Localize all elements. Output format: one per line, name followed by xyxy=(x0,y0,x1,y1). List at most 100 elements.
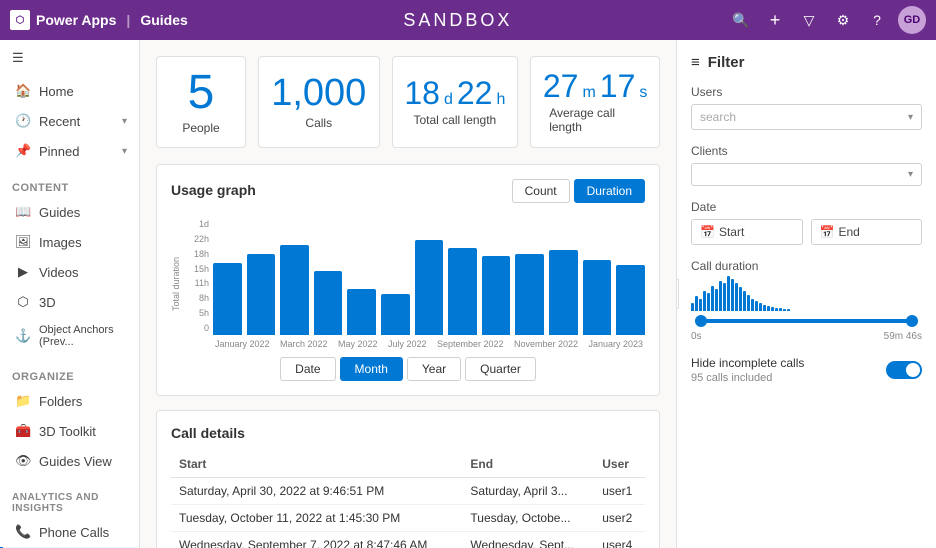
slider-handle-right[interactable] xyxy=(906,315,918,327)
stat-avg-call-length: 27m 17s Average call length xyxy=(530,56,660,148)
y-label: 1d xyxy=(199,219,209,229)
sidebar-item-3d-toolkit[interactable]: 🧰 3D Toolkit xyxy=(0,416,139,446)
toggle-text: Hide incomplete calls 95 calls included xyxy=(691,356,804,384)
sidebar-item-folders[interactable]: 📁 Folders xyxy=(0,386,139,416)
search-icon[interactable]: 🔍 xyxy=(728,7,754,33)
date-row: 📅 Start 📅 End xyxy=(691,219,922,245)
sidebar-item-object-anchors[interactable]: ⚓ Object Anchors (Prev... xyxy=(0,317,139,355)
chart-bar[interactable] xyxy=(247,254,276,335)
add-icon[interactable]: + xyxy=(762,7,788,33)
help-icon[interactable]: ? xyxy=(864,7,890,33)
chart-bar[interactable] xyxy=(381,294,410,335)
stat-total-call-length: 18d 22h Total call length xyxy=(392,56,519,148)
table-body: Saturday, April 30, 2022 at 9:46:51 PMSa… xyxy=(171,478,645,548)
clients-label: Clients xyxy=(691,144,922,158)
call-details-card: Call details Start End User Saturday, Ap… xyxy=(156,410,660,548)
chart-bar[interactable] xyxy=(280,245,309,335)
avatar[interactable]: GD xyxy=(898,6,926,34)
total-label: Total call length xyxy=(414,113,497,127)
clients-input[interactable]: ▾ xyxy=(691,163,922,186)
count-button[interactable]: Count xyxy=(512,179,570,203)
sidebar-item-guides-view[interactable]: 👁 Guides View xyxy=(0,446,139,476)
duration-max: 59m 46s xyxy=(884,331,922,342)
hide-incomplete-toggle[interactable] xyxy=(886,361,922,379)
chart-bar[interactable] xyxy=(448,248,477,335)
chart-bar[interactable] xyxy=(314,271,343,335)
month-button[interactable]: Month xyxy=(340,357,403,381)
year-button[interactable]: Year xyxy=(407,357,461,381)
mini-bar xyxy=(755,301,758,311)
chart-bar[interactable] xyxy=(549,250,578,335)
sidebar-item-guides[interactable]: 📖 Guides xyxy=(0,197,139,227)
start-label: Start xyxy=(719,225,744,239)
table-row[interactable]: Saturday, April 30, 2022 at 9:46:51 PMSa… xyxy=(171,478,645,505)
sidebar-item-images[interactable]: 🖼 Images xyxy=(0,227,139,257)
minutes-unit: m xyxy=(582,84,595,102)
sidebar-item-label: Home xyxy=(39,84,74,99)
col-user: User xyxy=(594,451,645,478)
chart-bar[interactable] xyxy=(583,260,612,335)
users-input[interactable]: search ▾ xyxy=(691,104,922,130)
chevron-down-icon: ▾ xyxy=(122,146,127,157)
sidebar-item-label: Recent xyxy=(39,114,80,129)
sidebar-item-pinned[interactable]: 📌 Pinned ▾ xyxy=(0,136,139,166)
end-date-button[interactable]: 📅 End xyxy=(811,219,923,245)
avg-seconds: 17 xyxy=(600,70,636,102)
hamburger-icon[interactable]: ☰ xyxy=(0,40,139,76)
chart-bar[interactable] xyxy=(616,265,645,335)
mini-bar xyxy=(711,286,714,311)
slider-fill xyxy=(695,319,918,323)
app-section: Guides xyxy=(140,12,187,28)
filter-call-duration: Call duration 0s 59m 46s xyxy=(691,259,922,342)
topbar: ⬡ Power Apps | Guides SANDBOX 🔍 + ▽ ⚙ ? … xyxy=(0,0,936,40)
filter-icon: ≡ xyxy=(691,54,700,71)
sidebar-item-label: Folders xyxy=(39,394,82,409)
sidebar-item-label: 3D Toolkit xyxy=(39,424,96,439)
y-label: 5h xyxy=(199,308,209,318)
topbar-actions: 🔍 + ▽ ⚙ ? GD xyxy=(728,6,926,34)
sidebar-item-home[interactable]: 🏠 Home xyxy=(0,76,139,106)
mini-bar xyxy=(763,305,766,311)
content-area: 5 People 1,000 Calls 18d 22h Total call … xyxy=(140,40,676,548)
chart-bar[interactable] xyxy=(482,256,511,335)
cell-start: Wednesday, September 7, 2022 at 8:47:46 … xyxy=(171,532,462,548)
y-label: 18h xyxy=(194,249,209,259)
stat-calls: 1,000 Calls xyxy=(258,56,380,148)
date-button[interactable]: Date xyxy=(280,357,335,381)
sidebar-item-recent[interactable]: 🕐 Recent ▾ xyxy=(0,106,139,136)
x-label: September 2022 xyxy=(437,339,504,349)
filter-toggle[interactable]: › xyxy=(676,279,679,309)
images-icon: 🖼 xyxy=(15,234,31,250)
mini-bar xyxy=(775,308,778,311)
calendar-icon: 📅 xyxy=(820,225,835,239)
sidebar-item-videos[interactable]: ▶ Videos xyxy=(0,257,139,287)
table-row[interactable]: Tuesday, October 11, 2022 at 1:45:30 PMT… xyxy=(171,505,645,532)
settings-icon[interactable]: ⚙ xyxy=(830,7,856,33)
table-row[interactable]: Wednesday, September 7, 2022 at 8:47:46 … xyxy=(171,532,645,548)
folder-icon: 📁 xyxy=(15,393,31,409)
users-label: Users xyxy=(691,85,922,99)
start-date-button[interactable]: 📅 Start xyxy=(691,219,803,245)
chart-bar[interactable] xyxy=(515,254,544,335)
sidebar-item-label: Images xyxy=(39,235,82,250)
mini-bar xyxy=(739,287,742,311)
chart-bar[interactable] xyxy=(415,240,444,335)
hide-incomplete-label: Hide incomplete calls xyxy=(691,356,804,370)
slider-handle-left[interactable] xyxy=(695,315,707,327)
mini-bar xyxy=(707,293,710,311)
col-end: End xyxy=(462,451,594,478)
chart-bar[interactable] xyxy=(347,289,376,335)
filter-icon[interactable]: ▽ xyxy=(796,7,822,33)
sidebar-item-3d[interactable]: ⬡ 3D xyxy=(0,287,139,317)
mini-bar xyxy=(703,291,706,311)
duration-slider: 0s 59m 46s xyxy=(691,281,922,342)
chart-bar[interactable] xyxy=(213,263,242,335)
mini-bar xyxy=(759,303,762,311)
sidebar-item-label: Object Anchors (Prev... xyxy=(39,324,127,348)
quarter-button[interactable]: Quarter xyxy=(465,357,536,381)
time-buttons: Date Month Year Quarter xyxy=(171,357,645,381)
duration-button[interactable]: Duration xyxy=(574,179,645,203)
sidebar-item-phone-calls[interactable]: 📞 Phone Calls xyxy=(0,517,139,547)
mini-bar xyxy=(723,283,726,311)
mini-bar xyxy=(691,303,694,311)
